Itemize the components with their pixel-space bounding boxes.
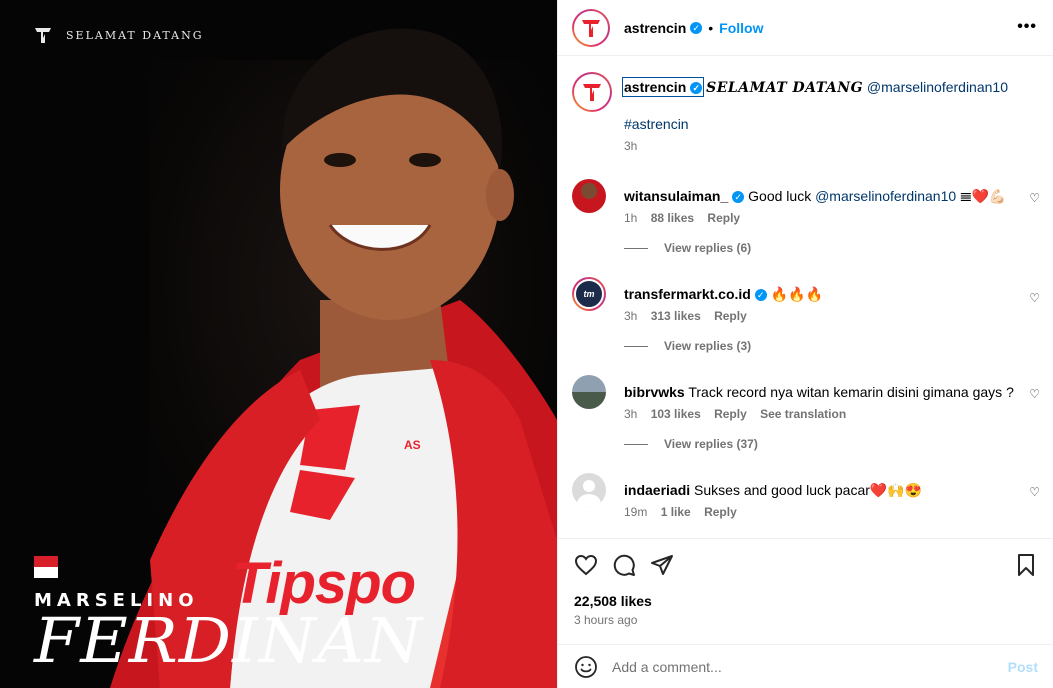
commenter-username[interactable]: witansulaiman_ — [624, 188, 728, 204]
comment-mention-link[interactable]: @marselinoferdinan10 — [815, 188, 956, 204]
player-name-block: MARSELINO FERDINAN — [34, 556, 422, 672]
caption-avatar[interactable] — [572, 72, 612, 112]
verified-badge-icon: ✓ — [754, 289, 767, 302]
astrencin-logo-icon — [583, 84, 601, 101]
comment-time: 3h — [624, 309, 638, 323]
caption-row: astrencin ✓ SELAMAT DATANG @marselinoferd… — [572, 72, 1040, 153]
comment-like-heart-icon[interactable]: ♡ — [1029, 191, 1040, 205]
replies-dash — [624, 345, 648, 347]
comment-like-heart-icon[interactable]: ♡ — [1029, 387, 1040, 401]
indonesia-flag-icon — [34, 556, 58, 578]
save-bookmark-icon[interactable] — [1014, 553, 1038, 577]
reply-button[interactable]: Reply — [714, 309, 747, 323]
caption-hashtag-link[interactable]: #astrencin — [624, 116, 689, 132]
comment-input[interactable] — [612, 658, 982, 675]
verified-badge-icon: ✓ — [690, 21, 703, 34]
view-replies-button[interactable]: View replies (37) — [624, 437, 1040, 451]
commenter-avatar[interactable] — [572, 375, 606, 409]
verified-badge-icon: ✓ — [690, 82, 703, 95]
author-avatar[interactable] — [572, 8, 610, 47]
likes-count[interactable]: 22,508 likes — [574, 593, 1038, 609]
view-replies-button[interactable]: View replies (3) — [624, 339, 1040, 353]
default-avatar-icon — [583, 480, 595, 492]
comment-time: 3h — [624, 407, 638, 421]
share-send-icon[interactable] — [650, 553, 674, 577]
commenter-username[interactable]: indaeriadi — [624, 482, 690, 498]
comment-text: Good luck — [748, 188, 812, 204]
comment-like-heart-icon[interactable]: ♡ — [1029, 485, 1040, 499]
comment-emoji: 𝍣❤️💪🏻 — [960, 188, 1007, 204]
commenter-avatar[interactable] — [572, 179, 606, 213]
commenter-avatar[interactable]: tm — [572, 277, 606, 311]
reply-button[interactable]: Reply — [704, 505, 737, 519]
separator-dot: • — [708, 19, 714, 36]
reply-button[interactable]: Reply — [707, 211, 740, 225]
verified-badge-icon: ✓ — [732, 191, 745, 204]
caption-time: 3h — [624, 139, 638, 153]
player-last-name: FERDINAN — [34, 604, 423, 677]
instagram-post-modal: SELAMAT DATANG Tipspo AS MARSELINO FERDI… — [0, 0, 1053, 688]
astrencin-logo-icon — [582, 19, 600, 37]
comment-likes[interactable]: 103 likes — [651, 407, 701, 421]
comment-item: tm transfermarkt.co.id ✓ 🔥🔥🔥 3h 313 likes… — [572, 277, 1040, 323]
caption-mention-link[interactable]: @marselinoferdinan10 — [867, 79, 1008, 95]
commenter-username[interactable]: bibrvwks — [624, 384, 685, 400]
reply-button[interactable]: Reply — [714, 407, 747, 421]
comment-time: 1h — [624, 211, 638, 225]
add-comment-bar: Post — [558, 644, 1053, 688]
post-image[interactable]: SELAMAT DATANG Tipspo AS MARSELINO FERDI… — [0, 0, 557, 688]
author-username[interactable]: astrencin — [624, 20, 686, 36]
more-options-icon[interactable]: ••• — [1017, 18, 1037, 36]
comment-likes[interactable]: 313 likes — [651, 309, 701, 323]
post-side-panel: astrencin ✓ • Follow ••• astrencin ✓ SEL… — [557, 0, 1053, 688]
comment-item: indaeriadi Sukses and good luck pacar❤️🙌… — [572, 473, 1040, 519]
jersey-badge-text: AS — [404, 438, 421, 452]
commenter-username[interactable]: transfermarkt.co.id — [624, 286, 751, 302]
post-comment-button[interactable]: Post — [1008, 659, 1038, 675]
comment-item: witansulaiman_ ✓ Good luck @marselinoferd… — [572, 179, 1040, 225]
comment-item: bibrvwks Track record nya witan kemarin … — [572, 375, 1040, 421]
replies-dash — [624, 247, 648, 249]
caption-script-text: SELAMAT DATANG — [706, 80, 864, 96]
post-actions: 22,508 likes 3 hours ago — [558, 538, 1053, 644]
view-replies-button[interactable]: View replies (6) — [624, 241, 1040, 255]
emoji-smiley-icon[interactable] — [574, 655, 598, 679]
comment-text: Track record nya witan kemarin disini gi… — [688, 384, 1014, 400]
comment-likes[interactable]: 88 likes — [651, 211, 694, 225]
comment-text: Sukses and good luck pacar❤️🙌😍 — [694, 482, 923, 498]
follow-button[interactable]: Follow — [719, 20, 763, 36]
see-translation-button[interactable]: See translation — [760, 407, 846, 421]
comment-bubble-icon[interactable] — [612, 553, 636, 577]
comment-likes[interactable]: 1 like — [661, 505, 691, 519]
post-time-ago: 3 hours ago — [574, 613, 638, 627]
like-heart-icon[interactable] — [574, 553, 598, 577]
comment-like-heart-icon[interactable]: ♡ — [1029, 291, 1040, 305]
post-header: astrencin ✓ • Follow ••• — [558, 0, 1053, 56]
comment-time: 19m — [624, 505, 648, 519]
comment-text: 🔥🔥🔥 — [770, 286, 824, 302]
tm-logo-icon: tm — [583, 289, 595, 299]
replies-dash — [624, 443, 648, 445]
commenter-avatar[interactable] — [572, 473, 606, 507]
caption-username[interactable]: astrencin ✓ — [621, 77, 705, 97]
comments-list[interactable]: astrencin ✓ SELAMAT DATANG @marselinoferd… — [558, 56, 1053, 538]
